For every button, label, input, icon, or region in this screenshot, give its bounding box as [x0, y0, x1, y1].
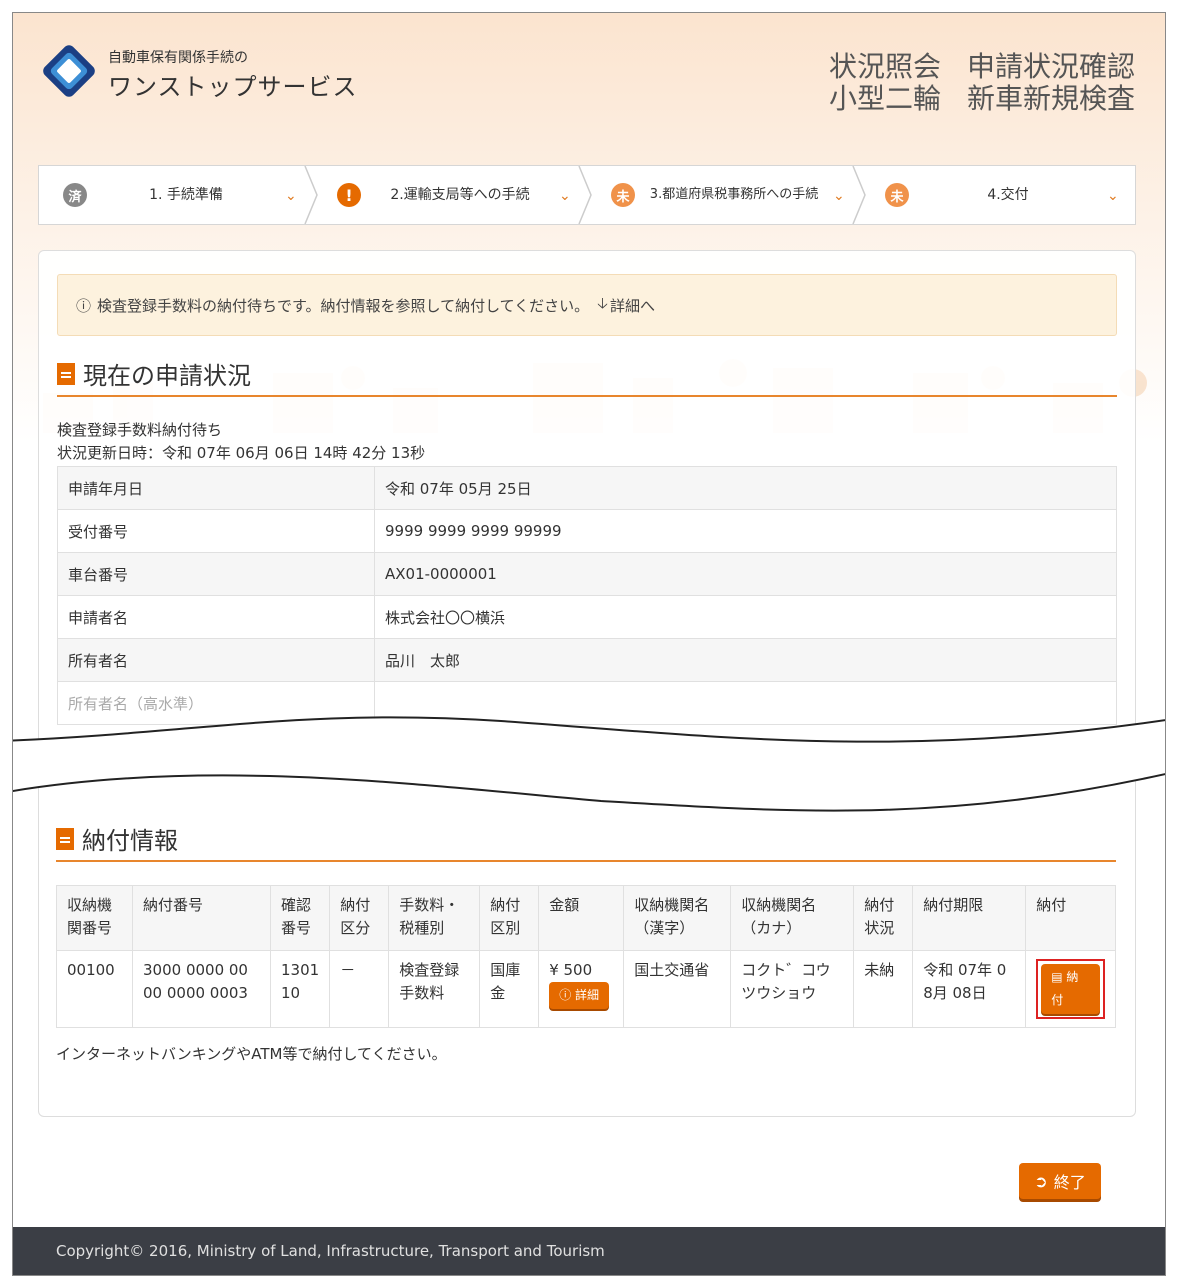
application-info-table: 申請年月日 令和 07年 05月 25日 受付番号 9999 9999 9999 9…	[57, 466, 1117, 725]
logo-title: ワンストップサービス	[108, 73, 358, 101]
chevron-down-icon[interactable]: ⌄	[1107, 188, 1121, 204]
col-header: 納付 状況	[853, 885, 914, 951]
step-label: 2.運輸支局等への手続	[390, 187, 530, 203]
col-header: 確認 番号	[269, 885, 331, 951]
status-heading-text: 現在の申請状況	[83, 362, 251, 390]
step-1[interactable]: 済 1. 手続準備 ⌄	[39, 166, 318, 224]
payment-heading-text: 納付情報	[82, 827, 178, 855]
chevron-down-icon[interactable]: ⌄	[559, 188, 573, 204]
pending-badge-icon: 未	[611, 183, 635, 207]
arrow-down-icon[interactable]: 🡣	[597, 293, 608, 318]
cell-pay-class: －	[329, 950, 390, 1028]
end-button-label: 終了	[1053, 1173, 1086, 1192]
logo-icon	[43, 45, 95, 97]
col-header: 納付番号	[132, 885, 271, 951]
document-icon	[56, 827, 74, 850]
title-line2-b: 新車新規検査	[966, 82, 1135, 115]
app-frame: 自動車保有関係手続の ワンストップサービス 状況照会 申請状況確認 小型二輪 新車新…	[12, 12, 1166, 1276]
row-value: 品川 太郎	[374, 638, 1117, 682]
heading-rule	[57, 395, 1117, 397]
step-label: 4.交付	[987, 187, 1029, 203]
current-status: 検査登録手数料納付待ち	[57, 421, 223, 439]
row-value: AX01-0000001	[374, 552, 1117, 596]
col-header: 納付 区別	[479, 885, 540, 951]
cell-agency-kanji: 国土交通省	[623, 950, 732, 1028]
table-row: 申請年月日 令和 07年 05月 25日	[57, 466, 1117, 510]
row-value: 令和 07年 05月 25日	[374, 466, 1117, 510]
cell-kubetsu: 国庫金	[479, 950, 540, 1028]
col-header: 収納機関名 （漢字）	[623, 885, 732, 951]
col-header: 収納機関名 （カナ）	[730, 885, 855, 951]
table-row: 受付番号 9999 9999 9999 99999	[57, 509, 1117, 553]
table-row: 所有者名 品川 太郎	[57, 638, 1117, 682]
table-row: 車台番号 AX01-0000001	[57, 552, 1117, 596]
chevron-down-icon[interactable]: ⌄	[285, 188, 299, 204]
page-break-wave	[13, 716, 1165, 812]
footer: Copyright© 2016, Ministry of Land, Infra…	[13, 1227, 1165, 1275]
col-header: 納付 区分	[329, 885, 390, 951]
pending-badge-icon: 未	[885, 183, 909, 207]
cell-agency-no: 00100	[56, 950, 133, 1028]
title-line2-a: 小型二輪	[828, 82, 941, 115]
step-2[interactable]: ! 2.運輸支局等への手続 ⌄	[313, 166, 592, 224]
step-3[interactable]: 未 3.都道府県税事務所への手続 ⌄	[587, 166, 866, 224]
table-row: 00100 3000 0000 00 00 0000 0003 1301 10 － …	[56, 950, 1116, 1028]
warning-badge-icon: !	[337, 183, 361, 207]
copyright-text: Copyright© 2016, Ministry of Land, Infra…	[56, 1242, 605, 1260]
step-label: 3.都道府県税事務所への手続	[649, 187, 819, 202]
title-line1-b: 申請状況確認	[966, 50, 1135, 83]
done-badge-icon: 済	[63, 183, 87, 207]
payment-note: インターネットバンキングやATM等で納付してください。	[56, 1045, 447, 1063]
status-heading: 現在の申請状況	[57, 356, 251, 391]
payment-table: 収納機 関番号 納付番号 確認 番号 納付 区分 手数料・ 税種別 納付 区別 金額 収納…	[56, 885, 1116, 1028]
cell-pay-action: ▤ 納付	[1025, 950, 1116, 1028]
step-label: 1. 手続準備	[149, 187, 223, 203]
row-value: 株式会社〇〇横浜	[374, 595, 1117, 639]
row-key: 申請年月日	[57, 466, 375, 510]
cell-pay-no: 3000 0000 00 00 0000 0003	[132, 950, 271, 1028]
pay-button-highlight: ▤ 納付	[1036, 959, 1105, 1019]
row-key: 受付番号	[57, 509, 375, 553]
chevron-down-icon[interactable]: ⌄	[833, 188, 847, 204]
table-header-row: 収納機 関番号 納付番号 確認 番号 納付 区分 手数料・ 税種別 納付 区別 金額 収納…	[56, 885, 1116, 951]
row-value: 9999 9999 9999 99999	[374, 509, 1117, 553]
cell-agency-kana: コクト゛コウ ツウショウ	[730, 950, 855, 1028]
detail-button[interactable]: ⓘ 詳細	[549, 982, 610, 1009]
col-header: 納付	[1025, 885, 1116, 951]
cell-status: 未納	[853, 950, 914, 1028]
title-line1-a: 状況照会	[828, 50, 941, 83]
col-header: 収納機 関番号	[56, 885, 133, 951]
pay-button[interactable]: ▤ 納付	[1041, 964, 1100, 1014]
cell-confirm-no: 1301 10	[269, 950, 331, 1028]
logo-subtitle: 自動車保有関係手続の	[108, 50, 248, 66]
col-header: 手数料・ 税種別	[388, 885, 481, 951]
exit-icon: ➲	[1034, 1171, 1048, 1191]
status-updated: 状況更新日時：令和 07年 06月 06日 14時 42分 13秒	[57, 444, 426, 462]
row-key: 車台番号	[57, 552, 375, 596]
alert-box: ⓘ 検査登録手数料の納付待ちです。納付情報を参照して納付してください。 🡣 詳細…	[57, 274, 1117, 336]
cell-deadline: 令和 07年 0 8月 08日	[912, 950, 1027, 1028]
document-icon	[57, 362, 75, 385]
row-key: 申請者名	[57, 595, 375, 639]
end-button[interactable]: ➲ 終了	[1019, 1163, 1101, 1199]
step-4[interactable]: 未 4.交付 ⌄	[861, 166, 1135, 224]
heading-rule	[56, 860, 1116, 862]
col-header: 納付期限	[912, 885, 1027, 951]
table-row: 申請者名 株式会社〇〇横浜	[57, 595, 1117, 639]
payment-heading: 納付情報	[56, 821, 178, 856]
cell-amount: ¥ 500 ⓘ 詳細	[538, 950, 625, 1028]
info-icon: ⓘ	[76, 296, 92, 315]
details-link[interactable]: 詳細へ	[610, 295, 655, 316]
row-key: 所有者名	[57, 638, 375, 682]
cell-fee-type: 検査登録 手数料	[388, 950, 481, 1028]
col-header: 金額	[538, 885, 625, 951]
page-title: 状況照会 申請状況確認 小型二輪 新車新規検査	[829, 51, 1135, 115]
alert-text: 検査登録手数料の納付待ちです。納付情報を参照して納付してください。	[97, 296, 590, 315]
step-progress-bar: 済 1. 手続準備 ⌄ ! 2.運輸支局等への手続 ⌄ 未 3.都道府県税事務所…	[38, 165, 1136, 225]
